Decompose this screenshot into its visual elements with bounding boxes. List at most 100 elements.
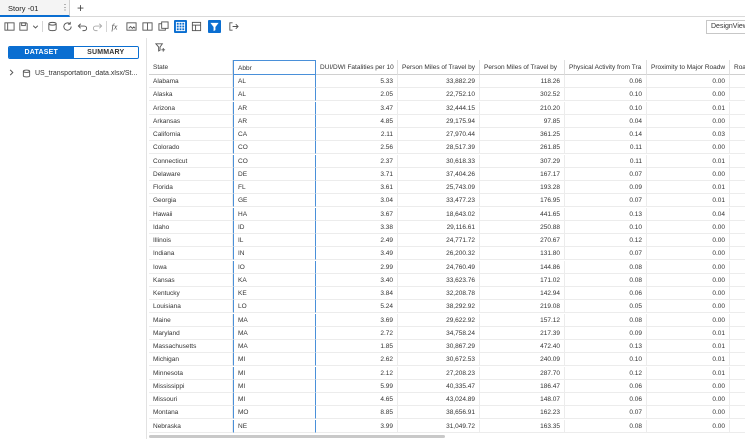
table-row[interactable]: Georgia GE 3.04 33,477.23 176.95 0.07 0.01 (149, 194, 745, 208)
table-cell[interactable]: 5.24 (316, 300, 398, 314)
table-cell[interactable]: 0.00 (647, 406, 730, 420)
table-cell[interactable]: 142.94 (480, 287, 565, 300)
table-cell[interactable]: 0.01 (647, 366, 730, 380)
table-cell[interactable] (730, 234, 745, 247)
refresh-icon[interactable] (61, 20, 74, 33)
table-cell[interactable]: LO (233, 300, 316, 314)
table-cell[interactable]: IL (233, 234, 316, 247)
table-cell[interactable]: 0.07 (565, 194, 647, 208)
table-row[interactable]: Mississippi MI 5.99 40,335.47 186.47 0.06 0.00 (149, 379, 745, 393)
dataset-tree-item[interactable]: US_transportation_data.xlsx/St... (8, 68, 143, 79)
table-cell[interactable]: 148.07 (480, 393, 565, 406)
table-cell[interactable]: Nebraska (149, 419, 233, 433)
table-cell[interactable]: 28,517.39 (398, 141, 480, 155)
table-cell[interactable]: 3.49 (316, 247, 398, 261)
table-cell[interactable]: 27,970.44 (398, 128, 480, 141)
table-cell[interactable]: 2.37 (316, 154, 398, 168)
table-cell[interactable]: Alabama (149, 75, 233, 88)
table-cell[interactable]: 287.70 (480, 366, 565, 380)
table-cell[interactable]: 261.85 (480, 141, 565, 155)
table-cell[interactable]: Louisiana (149, 300, 233, 314)
redo-icon[interactable] (91, 20, 104, 33)
filter-icon[interactable] (208, 20, 221, 33)
table-cell[interactable]: Indiana (149, 247, 233, 261)
table-cell[interactable]: 0.04 (647, 207, 730, 221)
table-cell[interactable]: 97.85 (480, 114, 565, 128)
table-cell[interactable]: Arkansas (149, 114, 233, 128)
table-cell[interactable]: 31,049.72 (398, 419, 480, 433)
dataset-tab[interactable]: DATASET (9, 47, 74, 58)
table-cell[interactable]: 3.40 (316, 273, 398, 287)
table-cell[interactable] (730, 380, 745, 393)
table-cell[interactable]: 5.99 (316, 379, 398, 393)
table-cell[interactable]: DE (233, 167, 316, 181)
table-cell[interactable]: 0.08 (565, 260, 647, 274)
formula-icon[interactable]: fx (110, 20, 123, 33)
table-cell[interactable] (730, 128, 745, 141)
table-cell[interactable]: Maryland (149, 326, 233, 340)
table-cell[interactable] (730, 247, 745, 261)
table-cell[interactable]: 0.00 (647, 114, 730, 128)
table-cell[interactable] (730, 115, 745, 128)
table-cell[interactable]: 0.06 (565, 393, 647, 406)
table-cell[interactable]: 3.69 (316, 313, 398, 327)
table-cell[interactable]: 0.00 (647, 167, 730, 181)
table-cell[interactable]: 30,867.29 (398, 340, 480, 353)
table-cell[interactable]: 32,444.15 (398, 101, 480, 115)
table-cell[interactable]: 0.00 (647, 419, 730, 433)
column-header[interactable]: Proximity to Major Roadw (647, 60, 730, 75)
table-cell[interactable]: 0.14 (565, 128, 647, 141)
grid-icon[interactable] (174, 20, 187, 33)
table-cell[interactable]: 3.71 (316, 167, 398, 181)
table-row[interactable]: Florida FL 3.61 25,743.09 193.28 0.09 0.01 (149, 181, 745, 194)
table-cell[interactable]: MI (233, 353, 316, 367)
table-cell[interactable]: Michigan (149, 353, 233, 367)
table-cell[interactable]: 0.06 (565, 75, 647, 88)
table-cell[interactable]: Arizona (149, 101, 233, 115)
table-cell[interactable]: Iowa (149, 260, 233, 274)
table-cell[interactable]: 0.06 (565, 379, 647, 393)
table-cell[interactable]: Hawaii (149, 207, 233, 221)
table-row[interactable]: Colorado CO 2.56 28,517.39 261.85 0.11 0.00 (149, 141, 745, 155)
table-cell[interactable]: 0.08 (565, 313, 647, 327)
column-header[interactable]: DUI/DWI Fatalities per 10 (316, 60, 398, 75)
table-row[interactable]: Hawaii HA 3.67 18,643.02 441.65 0.13 0.04 (149, 207, 745, 221)
table-cell[interactable]: 0.01 (647, 154, 730, 168)
table-cell[interactable]: Kentucky (149, 287, 233, 300)
table-cell[interactable]: 0.01 (647, 353, 730, 367)
table-cell[interactable]: IO (233, 260, 316, 274)
table-row[interactable]: Arkansas AR 4.85 29,175.94 97.85 0.04 0.00 (149, 114, 745, 128)
table-cell[interactable]: 307.29 (480, 154, 565, 168)
table-cell[interactable] (730, 327, 745, 340)
table-cell[interactable]: 0.01 (647, 181, 730, 194)
table-cell[interactable]: 0.01 (647, 194, 730, 208)
table-cell[interactable]: Missouri (149, 393, 233, 406)
table-cell[interactable]: 27,208.23 (398, 366, 480, 380)
table-cell[interactable]: 0.13 (565, 207, 647, 221)
table-cell[interactable]: 361.25 (480, 128, 565, 141)
table-cell[interactable]: Illinois (149, 234, 233, 247)
table-cell[interactable]: Connecticut (149, 154, 233, 168)
table-cell[interactable]: 29,116.61 (398, 220, 480, 234)
table-cell[interactable] (730, 261, 745, 274)
table-row[interactable]: Alaska AL 2.05 22,752.10 302.52 0.10 0.00 (149, 88, 745, 102)
export-icon[interactable] (227, 20, 240, 33)
table-cell[interactable]: 0.10 (565, 88, 647, 102)
table-cell[interactable] (730, 353, 745, 367)
column-header[interactable]: Person Miles of Travel by (480, 60, 565, 75)
table-cell[interactable]: 0.11 (565, 154, 647, 168)
table-cell[interactable]: MA (233, 340, 316, 353)
table-cell[interactable]: 0.06 (565, 287, 647, 300)
table-cell[interactable]: 144.86 (480, 260, 565, 274)
table-cell[interactable]: 2.12 (316, 366, 398, 380)
table-cell[interactable]: 37,404.26 (398, 167, 480, 181)
table-cell[interactable]: 302.52 (480, 88, 565, 102)
table-cell[interactable]: 240.09 (480, 353, 565, 367)
table-cell[interactable]: 210.20 (480, 101, 565, 115)
table-cell[interactable]: 26,200.32 (398, 247, 480, 261)
table-cell[interactable]: 40,335.47 (398, 379, 480, 393)
table-cell[interactable]: 0.00 (647, 247, 730, 261)
table-cell[interactable]: 0.04 (565, 114, 647, 128)
table-cell[interactable]: CA (233, 128, 316, 141)
table-cell[interactable]: 3.38 (316, 220, 398, 234)
